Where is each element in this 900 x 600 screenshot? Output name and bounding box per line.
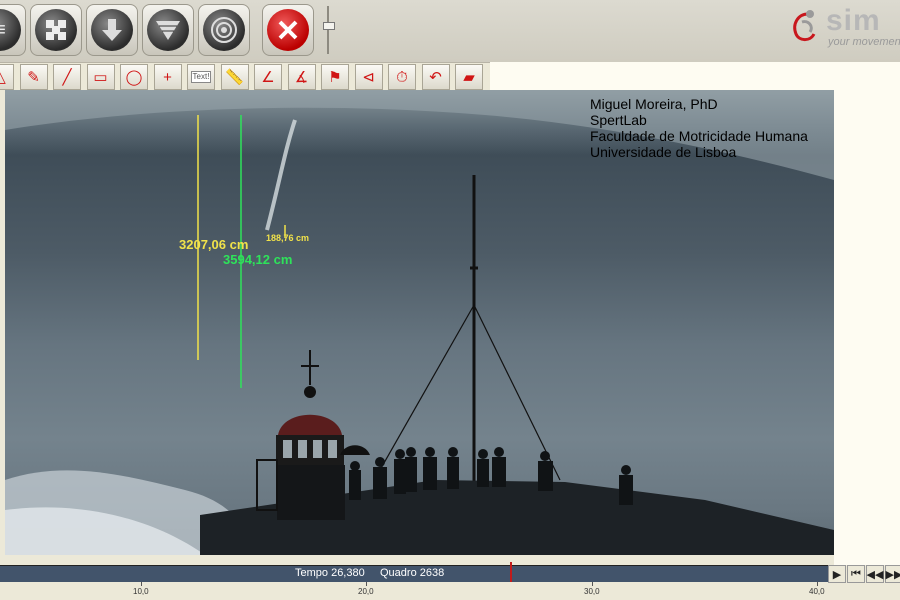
download-arrow-icon: [91, 9, 133, 51]
funnel-button[interactable]: [142, 4, 194, 56]
undo-icon: ↶: [429, 68, 442, 86]
eraser-tool-button[interactable]: ▰: [455, 64, 483, 90]
tick-label: 30,0: [584, 587, 600, 596]
drawing-tools-row: △ ✎ ╱ ▭ ◯ + Text! 📏 ∠ ∡ ⚑ ⊲ ⏱ ↶ ▰: [0, 62, 490, 92]
target-icon: [203, 9, 245, 51]
rewind-button[interactable]: ◀◀: [866, 565, 884, 583]
flag-angle-icon: ⚑: [328, 68, 342, 86]
menu-button[interactable]: ≡: [0, 4, 26, 56]
text-icon: Text!: [190, 71, 212, 83]
rectangle-icon: ▭: [93, 68, 108, 86]
stopwatch-icon: ⏱: [396, 68, 408, 86]
horizontal-angle-tool-button[interactable]: ⊲: [354, 64, 383, 90]
triangle-icon: △: [0, 70, 6, 85]
video-frame[interactable]: Miguel Moreira, PhD SpertLab Faculdade d…: [5, 90, 834, 555]
skip-start-icon: ⏮: [851, 567, 861, 580]
ruler-tool-button[interactable]: 📏: [220, 64, 249, 90]
slider-thumb[interactable]: [323, 22, 335, 30]
sim-logo: sim your movement: [780, 4, 900, 54]
timeline-bar[interactable]: Tempo 26,380 Quadro 2638: [0, 562, 830, 592]
horizontal-angle-icon: ⊲: [362, 68, 375, 86]
checker-icon: [35, 9, 77, 51]
toolbar-filler: [490, 62, 900, 92]
angle-arc-icon: ∡: [294, 68, 309, 86]
menu-icon: ≡: [0, 9, 21, 51]
tick-label: 20,0: [358, 587, 374, 596]
play-button[interactable]: ▶: [828, 565, 846, 583]
credit-line: Miguel Moreira, PhD: [590, 96, 718, 112]
ruler-icon: 📏: [225, 68, 244, 86]
target-button[interactable]: [198, 4, 250, 56]
measurement-label-green: 3594,12 cm: [223, 252, 293, 267]
measurement-label-small: 188,76 cm: [266, 233, 310, 243]
play-icon: ▶: [832, 568, 842, 581]
download-button[interactable]: [86, 4, 138, 56]
skip-end-icon: ▶▶: [885, 568, 900, 581]
tick-label: 40,0: [809, 587, 825, 596]
pen-tool-button[interactable]: ✎: [19, 64, 48, 90]
frame-label: Quadro 2638: [380, 567, 445, 579]
ellipse-tool-button[interactable]: ◯: [120, 64, 148, 90]
angle-icon: ∠: [261, 68, 275, 86]
logo-swirl-icon: [793, 10, 816, 42]
undo-tool-button[interactable]: ↶: [421, 64, 450, 90]
funnel-icon: [147, 9, 189, 51]
tick-label: 10,0: [133, 587, 149, 596]
measurement-label-yellow: 3207,06 cm: [179, 237, 249, 252]
eraser-icon: ▰: [463, 68, 475, 86]
pen-icon: ✎: [27, 68, 40, 86]
line-tool-button[interactable]: ╱: [53, 64, 81, 90]
credit-line: SpertLab: [590, 112, 647, 128]
time-label: Tempo 26,380: [295, 567, 365, 579]
stop-icon: [267, 9, 309, 51]
credit-line: Faculdade de Motricidade Humana: [590, 128, 808, 144]
skip-start-button[interactable]: ⏮: [847, 565, 865, 583]
top-toolbar: ≡ sim your movement: [0, 0, 900, 63]
triangle-tool-button[interactable]: △: [0, 64, 14, 90]
crosshair-icon: +: [163, 68, 172, 86]
checker-button[interactable]: [30, 4, 82, 56]
logo-tagline: your movement: [828, 36, 900, 48]
rectangle-tool-button[interactable]: ▭: [86, 64, 115, 90]
zoom-slider[interactable]: [322, 6, 335, 54]
credit-line: Universidade de Lisboa: [590, 144, 737, 160]
angle-arc-tool-button[interactable]: ∡: [287, 64, 316, 90]
skip-end-button[interactable]: ▶▶: [885, 565, 900, 583]
flag-angle-tool-button[interactable]: ⚑: [321, 64, 349, 90]
rewind-icon: ◀◀: [866, 568, 884, 581]
logo-brand: sim: [826, 4, 881, 37]
timeline-ruler: 10,0 20,0 30,0 40,0: [0, 582, 830, 600]
stop-button[interactable]: [262, 4, 314, 56]
line-icon: ╱: [62, 68, 72, 86]
crosshair-tool-button[interactable]: +: [153, 64, 182, 90]
side-panel: [834, 90, 900, 565]
text-tool-button[interactable]: Text!: [187, 64, 215, 90]
credits-overlay: Miguel Moreira, PhD SpertLab Faculdade d…: [590, 96, 808, 160]
angle-tool-button[interactable]: ∠: [254, 64, 282, 90]
stopwatch-tool-button[interactable]: ⏱: [388, 64, 416, 90]
ellipse-icon: ◯: [125, 68, 143, 86]
